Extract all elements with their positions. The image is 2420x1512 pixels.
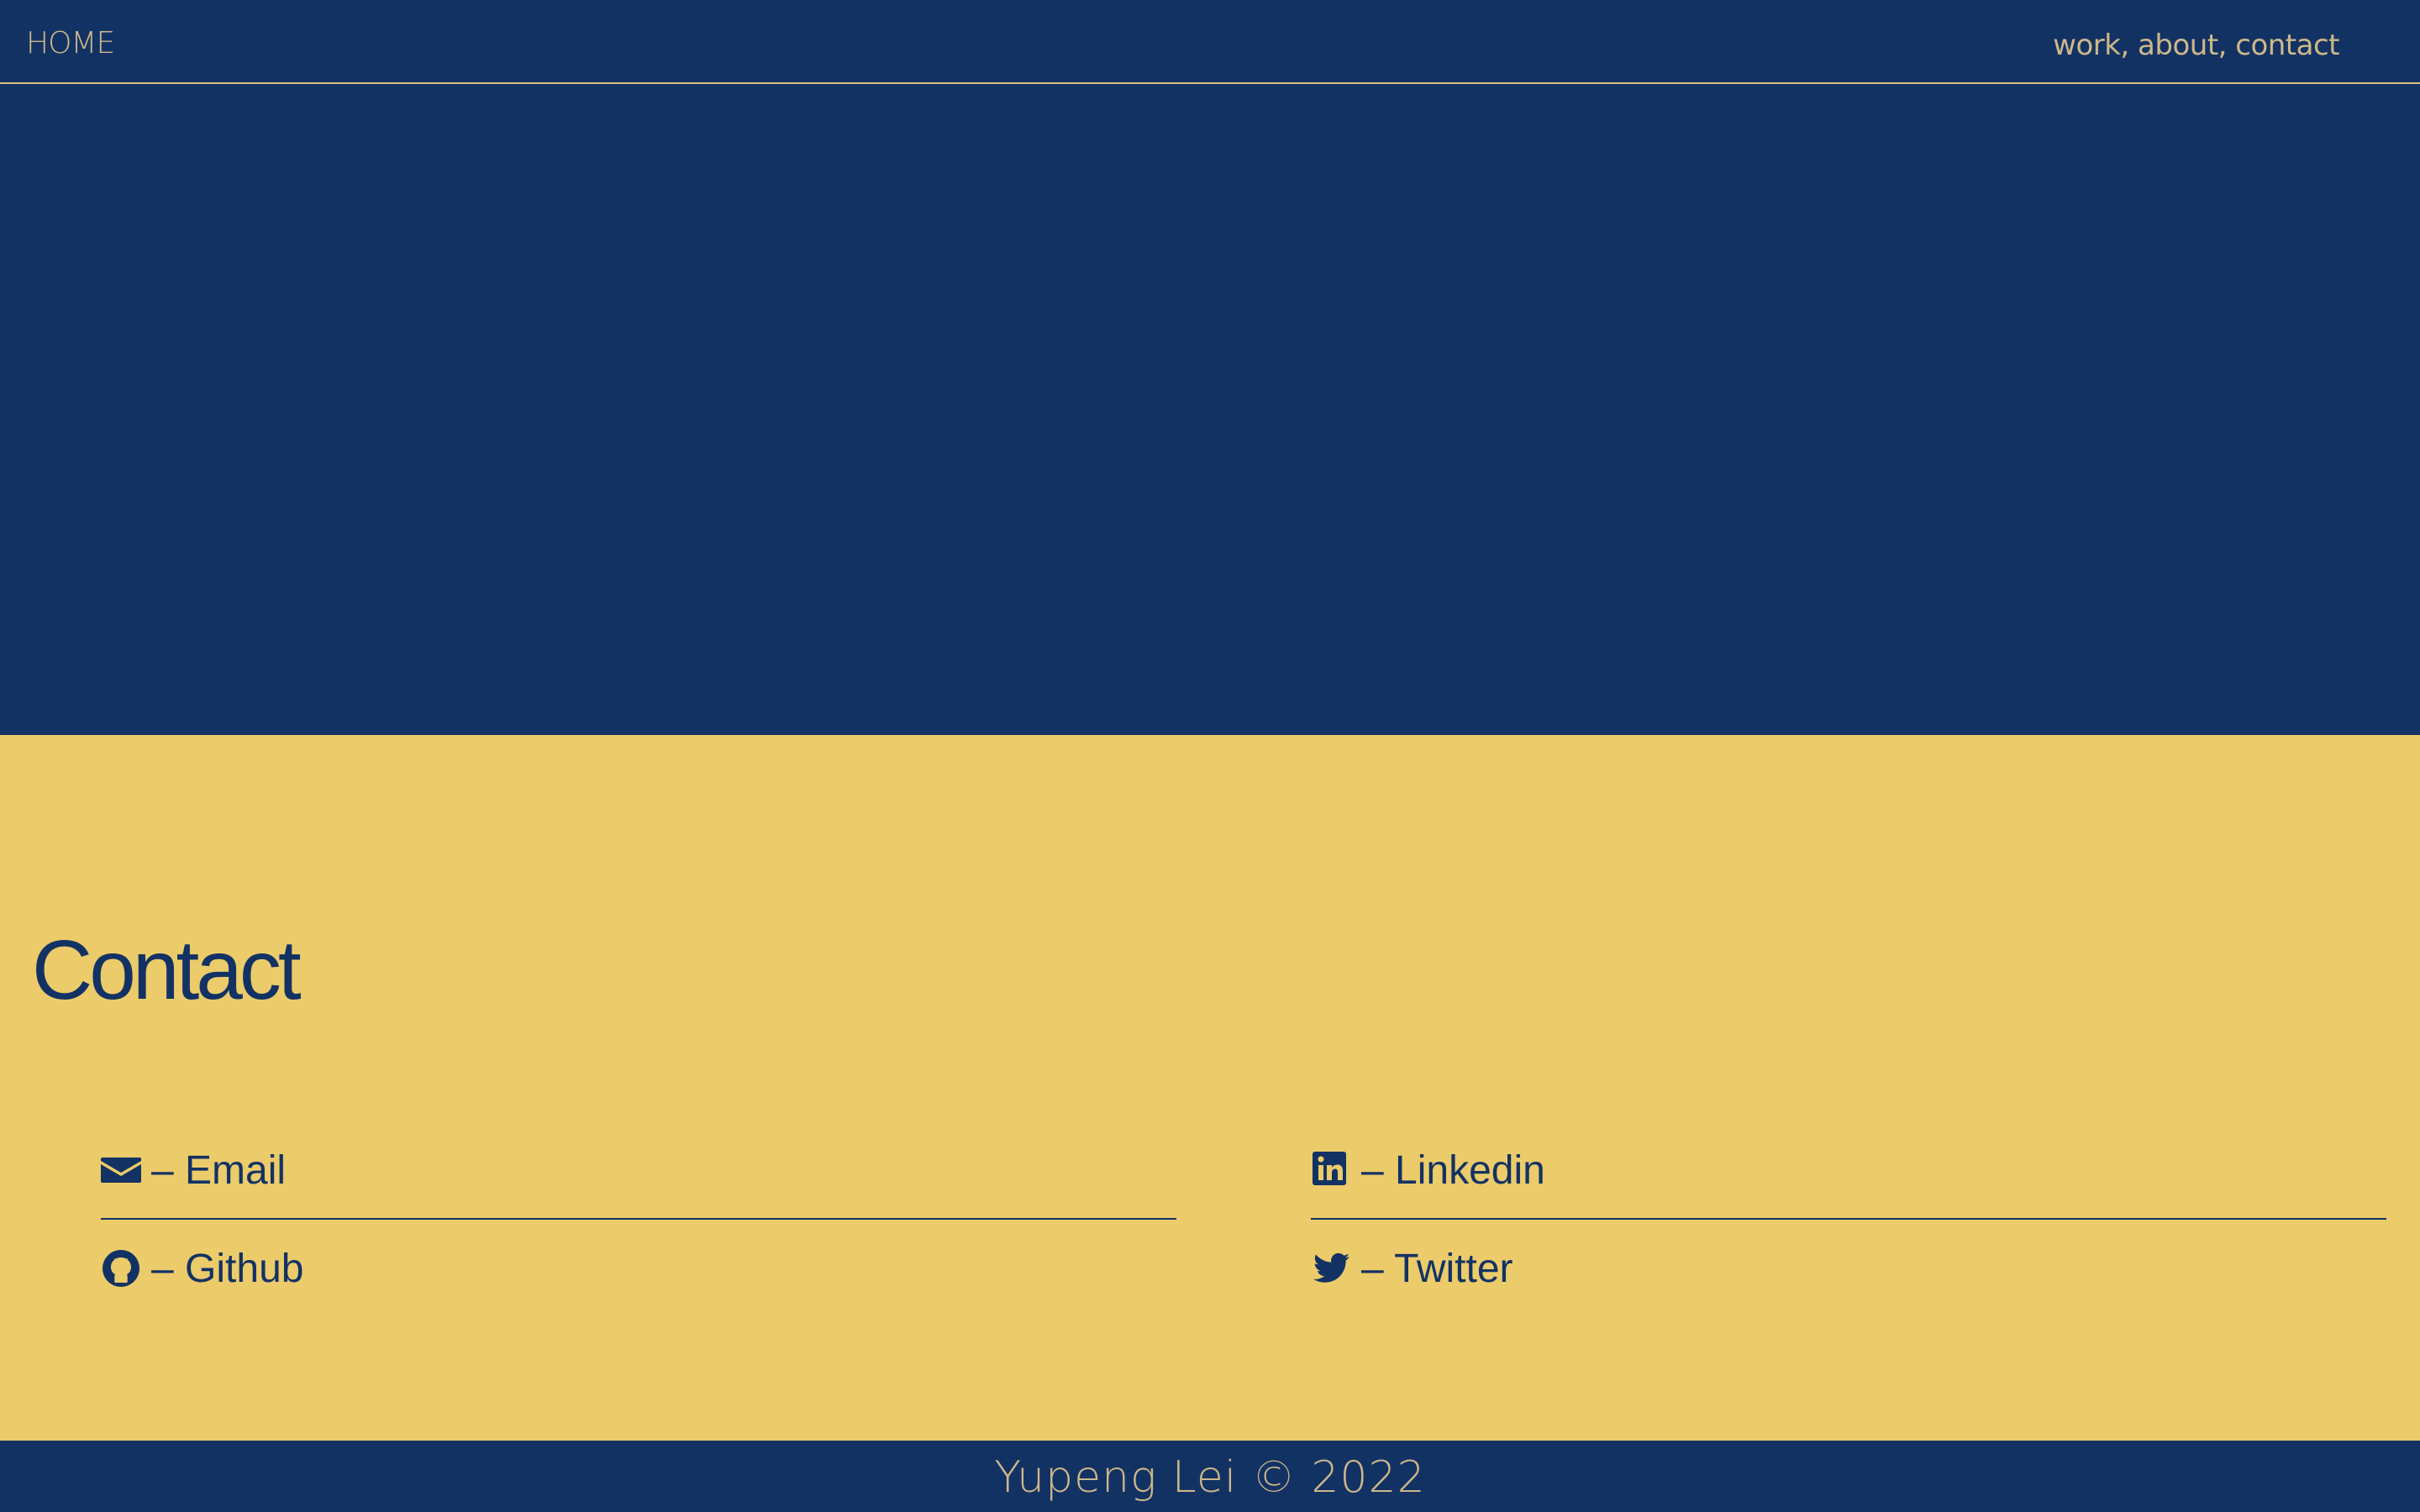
hero-section: [0, 84, 2420, 735]
linkedin-link[interactable]: – Linkedin: [1311, 1141, 1545, 1200]
site-header: HOME work, about, contact: [0, 0, 2420, 84]
twitter-icon: [1311, 1248, 1351, 1289]
site-footer: Yupeng Lei © 2022: [0, 1441, 2420, 1512]
email-link[interactable]: – Email: [101, 1141, 286, 1200]
linkedin-label: – Linkedin: [1361, 1147, 1545, 1193]
copyright-text: Yupeng Lei © 2022: [994, 1452, 1426, 1503]
home-link[interactable]: HOME: [26, 24, 115, 64]
github-link[interactable]: – Github: [101, 1239, 303, 1298]
linkedin-icon: [1311, 1150, 1351, 1190]
contact-section: Contact – Email – Linkedin – Github – Tw…: [0, 735, 2420, 1441]
main-nav[interactable]: work, about, contact: [2053, 25, 2339, 66]
github-label: – Github: [151, 1246, 304, 1291]
contact-heading: Contact: [32, 923, 302, 1017]
github-icon: [101, 1248, 141, 1289]
twitter-link[interactable]: – Twitter: [1311, 1239, 1513, 1298]
nav-links[interactable]: work, about, contact: [2053, 29, 2339, 62]
email-divider: [101, 1218, 1176, 1220]
envelope-icon: [101, 1150, 141, 1190]
twitter-label: – Twitter: [1361, 1246, 1513, 1291]
email-label: – Email: [151, 1147, 287, 1193]
page: HOME work, about, contact Contact – Emai…: [0, 0, 2420, 1512]
linkedin-divider: [1311, 1218, 2386, 1220]
